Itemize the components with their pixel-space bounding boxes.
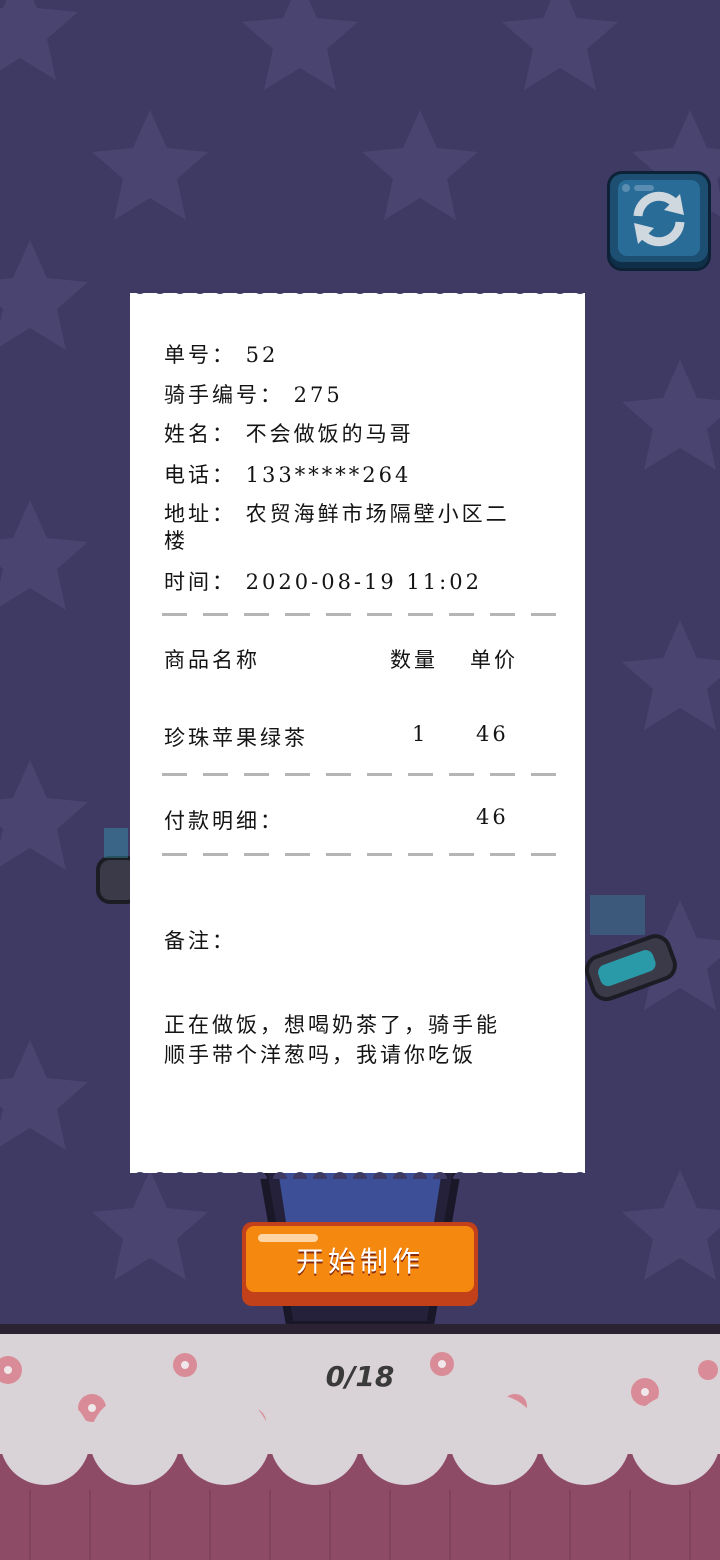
note-text-line2: 顺手带个洋葱吗，我请你吃饭 — [164, 1043, 476, 1067]
header-quantity: 数量 — [390, 648, 438, 672]
payment-label: 付款明细： — [164, 809, 284, 833]
start-making-button[interactable]: 开始制作 — [242, 1222, 478, 1306]
rider-number: 骑手编号： 275 — [164, 383, 343, 407]
line-item-quantity: 1 — [412, 722, 429, 746]
customer-phone: 电话： 133*****264 — [164, 463, 412, 487]
refresh-icon — [633, 191, 685, 247]
line-item-name: 珍珠苹果绿茶 — [164, 726, 308, 750]
order-number: 单号： 52 — [164, 343, 279, 367]
line-item-price: 46 — [476, 722, 509, 746]
divider — [162, 853, 558, 856]
receipt-top-edge — [133, 287, 585, 294]
order-time: 时间： 2020-08-19 11:02 — [164, 570, 482, 594]
customer-address: 地址： 农贸海鲜市场隔壁小区二 — [164, 502, 510, 526]
header-item-name: 商品名称 — [164, 648, 260, 672]
payment-total: 46 — [476, 805, 509, 829]
divider — [162, 613, 558, 616]
start-making-label: 开始制作 — [295, 1245, 424, 1278]
note-label: 备注： — [164, 929, 236, 953]
receipt-bottom-edge — [133, 1172, 585, 1179]
divider — [162, 773, 558, 776]
refresh-button[interactable] — [610, 174, 708, 268]
progress-counter: 0/18 — [325, 1360, 395, 1393]
customer-address-cont: 楼 — [164, 529, 188, 553]
customer-name: 姓名： 不会做饭的马哥 — [164, 422, 414, 446]
note-text-line1: 正在做饭，想喝奶茶了，骑手能 — [164, 1013, 500, 1037]
order-receipt: 单号： 52 骑手编号： 275 姓名： 不会做饭的马哥 电话： 133****… — [130, 287, 585, 1179]
header-unit-price: 单价 — [470, 648, 518, 672]
